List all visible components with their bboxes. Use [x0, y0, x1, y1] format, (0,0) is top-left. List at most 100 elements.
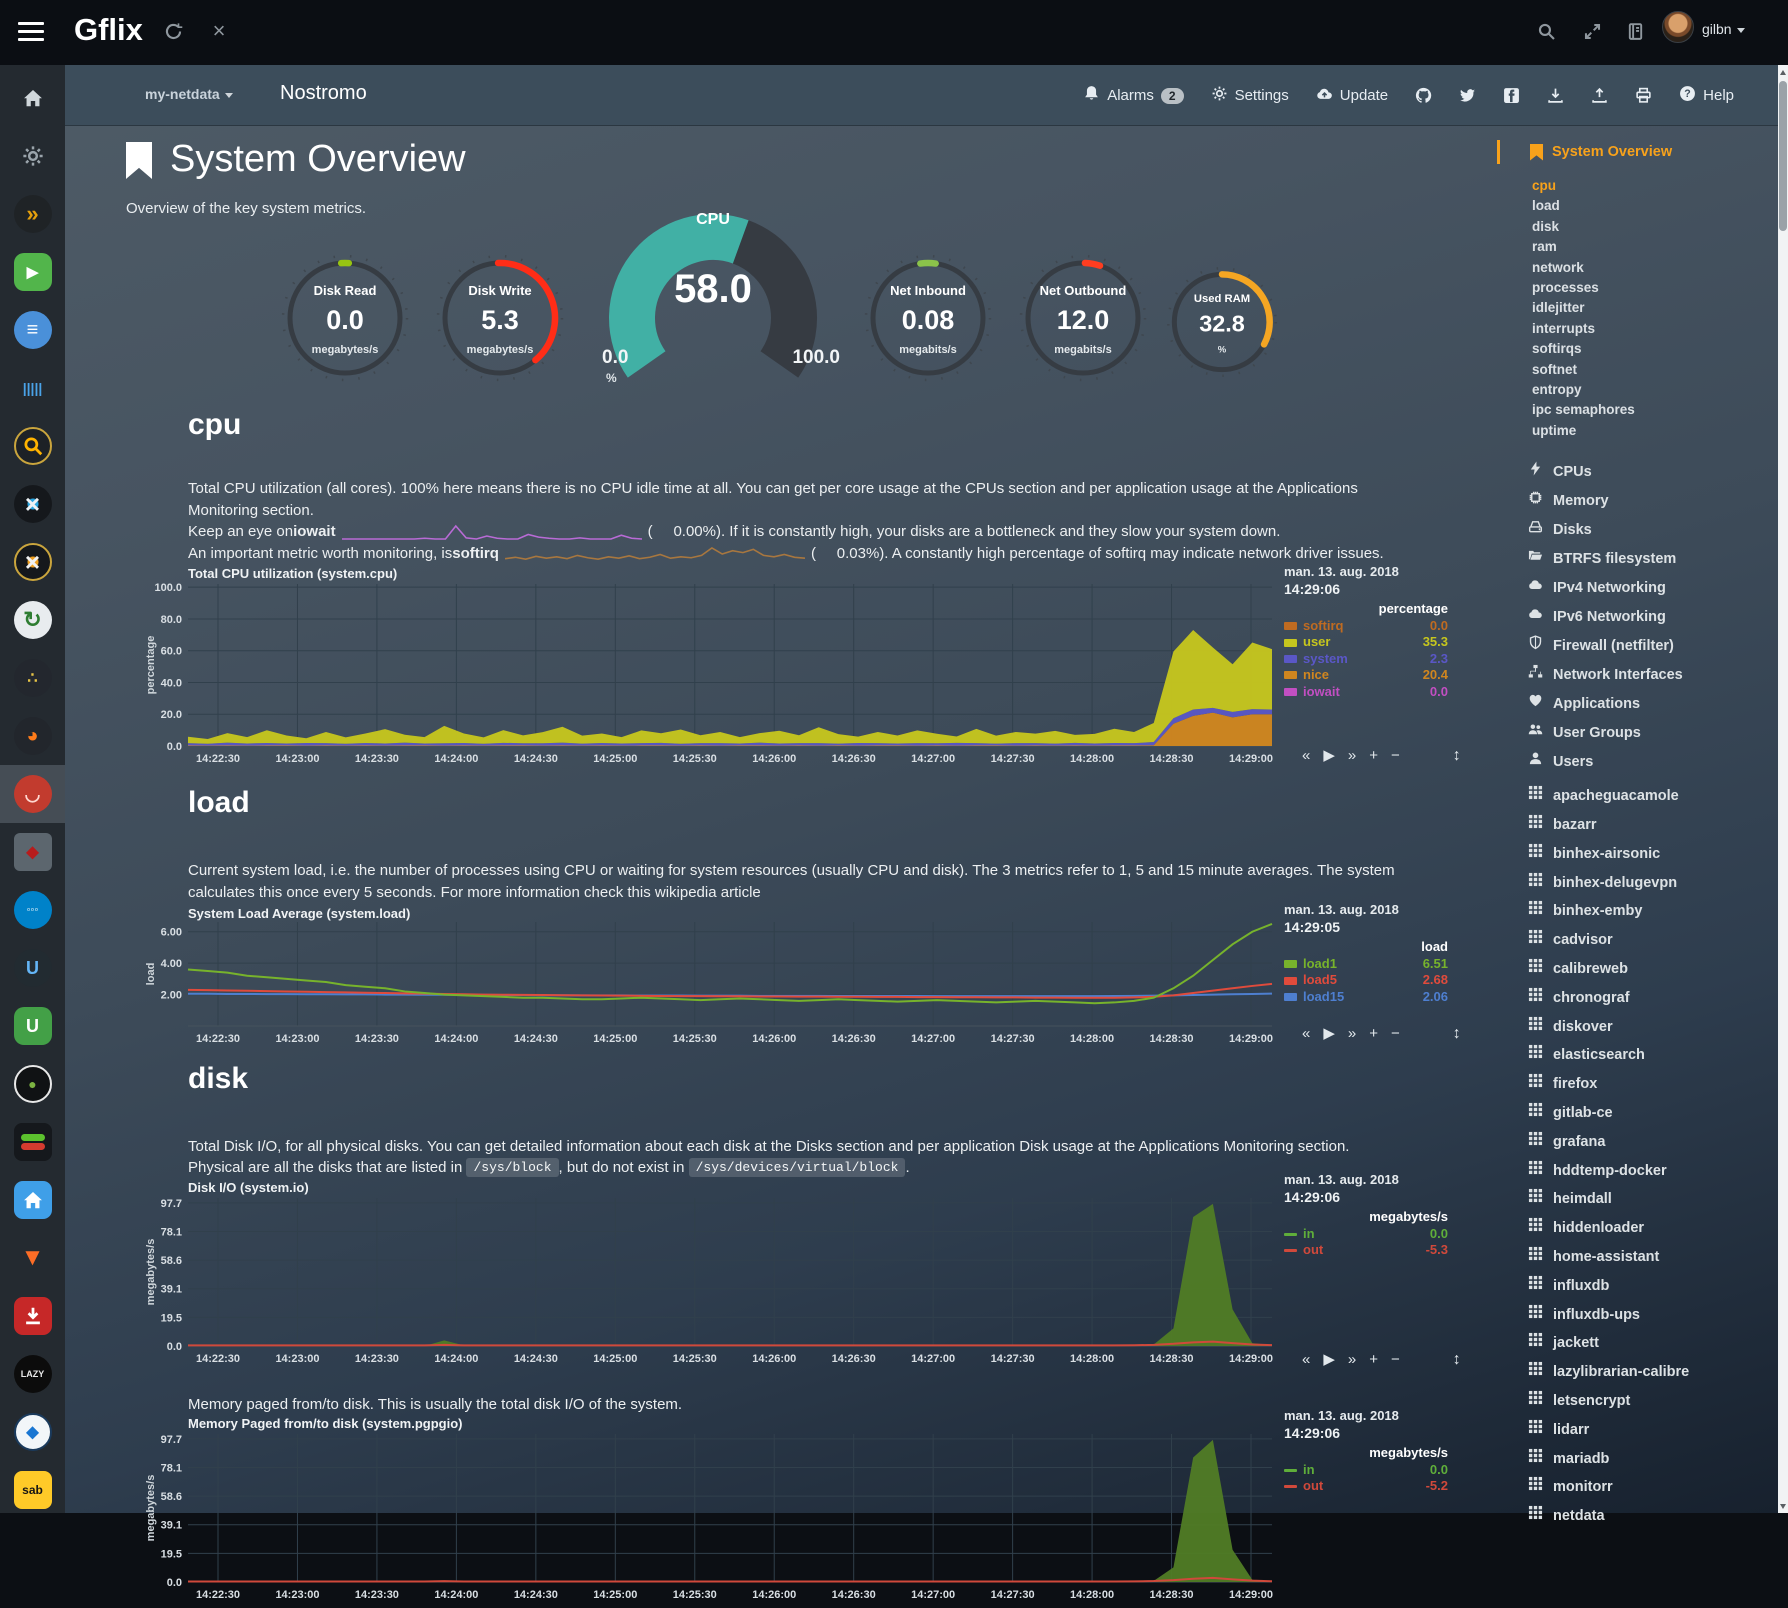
server-dropdown[interactable]: my-netdata: [145, 86, 233, 102]
sidebar-app-gitlab[interactable]: ▼: [0, 1229, 65, 1287]
sidebar-app-sabnzbd[interactable]: sab: [0, 1461, 65, 1519]
menu-subitem[interactable]: ipc semaphores: [1532, 400, 1778, 420]
sidebar-app-airsonic[interactable]: |||||: [0, 359, 65, 417]
menu-app-item[interactable]: grafana: [1528, 1128, 1778, 1157]
sidebar-app-deluge[interactable]: ↻: [0, 591, 65, 649]
sidebar-app-grafana[interactable]: ◕: [0, 707, 65, 765]
diskio-chart[interactable]: 97.778.158.639.119.50.014:22:3014:23:001…: [140, 1192, 1280, 1372]
menu-app-item[interactable]: influxdb-ups: [1528, 1301, 1778, 1330]
gauge-net-outbound[interactable]: Net Outbound12.0megabits/s: [1008, 243, 1158, 393]
menu-app-item[interactable]: calibreweb: [1528, 955, 1778, 984]
resize-handle[interactable]: ↕: [1453, 748, 1461, 764]
resize-handle[interactable]: ↕: [1453, 1026, 1461, 1042]
sidebar-app-droplet-app[interactable]: ◆: [0, 1403, 65, 1461]
menu-subitem[interactable]: cpu: [1532, 176, 1778, 196]
menu-app-item[interactable]: influxdb: [1528, 1272, 1778, 1301]
menu-subitem[interactable]: softirqs: [1532, 339, 1778, 359]
menu-subitem[interactable]: idlejitter: [1532, 298, 1778, 318]
menu-section-item[interactable]: User Groups: [1528, 719, 1778, 748]
menu-subitem[interactable]: interrupts: [1532, 319, 1778, 339]
pan-right-button[interactable]: »: [1348, 1352, 1356, 1368]
zoom-in-button[interactable]: +: [1369, 1026, 1378, 1042]
sidebar-app-netdata[interactable]: ◡: [0, 765, 65, 823]
menu-app-item[interactable]: chronograf: [1528, 984, 1778, 1013]
legend-row[interactable]: iowait 0.0: [1284, 684, 1448, 700]
menu-app-item[interactable]: heimdall: [1528, 1185, 1778, 1214]
pan-right-button[interactable]: »: [1348, 748, 1356, 764]
menu-app-item[interactable]: letsencrypt: [1528, 1387, 1778, 1416]
menu-app-item[interactable]: jackett: [1528, 1329, 1778, 1358]
gauge-disk-write[interactable]: Disk Write5.3megabytes/s: [425, 243, 575, 393]
import-icon[interactable]: [1591, 87, 1608, 104]
search-icon[interactable]: [1533, 18, 1559, 44]
pan-left-button[interactable]: «: [1302, 1026, 1310, 1042]
menu-subitem[interactable]: uptime: [1532, 421, 1778, 441]
play-button[interactable]: ▶: [1323, 748, 1335, 764]
menu-app-item[interactable]: home-assistant: [1528, 1243, 1778, 1272]
zoom-in-button[interactable]: +: [1369, 1352, 1378, 1368]
help-button[interactable]: ? Help: [1679, 85, 1734, 106]
zoom-in-button[interactable]: +: [1369, 748, 1378, 764]
menu-subitem[interactable]: processes: [1532, 278, 1778, 298]
menu-app-item[interactable]: binhex-airsonic: [1528, 840, 1778, 869]
menu-section-item[interactable]: Network Interfaces: [1528, 661, 1778, 690]
legend-row[interactable]: system 2.3: [1284, 651, 1448, 667]
menu-subitem[interactable]: load: [1532, 196, 1778, 216]
menu-section-item[interactable]: Disks: [1528, 516, 1778, 545]
fullscreen-icon[interactable]: [1579, 18, 1605, 44]
sidebar-app-node-graph[interactable]: ∴: [0, 649, 65, 707]
resize-handle[interactable]: ↕: [1453, 1352, 1461, 1368]
menu-subitem[interactable]: entropy: [1532, 380, 1778, 400]
menu-subitem[interactable]: disk: [1532, 217, 1778, 237]
sidebar-app-settings[interactable]: [0, 127, 65, 185]
menu-item-system-overview[interactable]: System Overview: [1497, 140, 1778, 164]
legend-row[interactable]: user 35.3: [1284, 634, 1448, 650]
pan-left-button[interactable]: «: [1302, 1352, 1310, 1368]
sidebar-app-downloader[interactable]: [0, 1287, 65, 1345]
refresh-icon[interactable]: [160, 18, 186, 44]
legend-row[interactable]: nice 20.4: [1284, 667, 1448, 683]
zoom-out-button[interactable]: −: [1391, 1352, 1400, 1368]
pgpgio-chart[interactable]: 97.778.158.639.119.50.014:22:3014:23:001…: [140, 1428, 1280, 1608]
menu-app-item[interactable]: lazylibrarian-calibre: [1528, 1358, 1778, 1387]
play-button[interactable]: ▶: [1323, 1026, 1335, 1042]
scrollbar[interactable]: [1778, 65, 1788, 1513]
legend-row[interactable]: out -5.3: [1284, 1242, 1448, 1258]
sidebar-app-search-app[interactable]: [0, 417, 65, 475]
gauge-cpu[interactable]: CPU58.00.0100.0%: [598, 195, 828, 395]
scrollbar-thumb[interactable]: [1779, 81, 1787, 231]
cpu-chart[interactable]: 100.080.060.040.020.00.014:22:3014:23:00…: [140, 578, 1280, 770]
sidebar-app-nextcloud[interactable]: ◦◦◦: [0, 881, 65, 939]
menu-app-item[interactable]: apacheguacamole: [1528, 782, 1778, 811]
user-avatar[interactable]: [1662, 11, 1694, 43]
scroll-up-arrow[interactable]: [1778, 65, 1788, 79]
menu-subitem[interactable]: softnet: [1532, 360, 1778, 380]
sidebar-app-influxdb[interactable]: U: [0, 939, 65, 997]
sidebar-app-monitorr[interactable]: [0, 1113, 65, 1171]
update-button[interactable]: Update: [1316, 85, 1388, 106]
pan-right-button[interactable]: »: [1348, 1026, 1356, 1042]
menu-section-item[interactable]: IPv6 Networking: [1528, 603, 1778, 632]
close-icon[interactable]: ×: [206, 18, 232, 44]
menu-app-item[interactable]: firefox: [1528, 1070, 1778, 1099]
legend-row[interactable]: load5 2.68: [1284, 972, 1448, 988]
zoom-out-button[interactable]: −: [1391, 748, 1400, 764]
menu-app-item[interactable]: elasticsearch: [1528, 1041, 1778, 1070]
menu-section-item[interactable]: Applications: [1528, 690, 1778, 719]
zoom-out-button[interactable]: −: [1391, 1026, 1400, 1042]
github-icon[interactable]: [1415, 87, 1432, 104]
load-chart[interactable]: 6.004.002.0014:22:3014:23:0014:23:3014:2…: [140, 916, 1280, 1052]
twitter-icon[interactable]: [1459, 87, 1476, 104]
facebook-icon[interactable]: [1503, 87, 1520, 104]
menu-app-item[interactable]: binhex-delugevpn: [1528, 869, 1778, 898]
menu-app-item[interactable]: hddtemp-docker: [1528, 1157, 1778, 1186]
sidebar-app-plate[interactable]: ●: [0, 1055, 65, 1113]
menu-app-item[interactable]: lidarr: [1528, 1416, 1778, 1445]
menu-app-item[interactable]: netdata: [1528, 1502, 1778, 1531]
sidebar-app-home-assistant[interactable]: [0, 1171, 65, 1229]
legend-row[interactable]: load1 6.51: [1284, 956, 1448, 972]
sidebar-app-kodi-x[interactable]: ×: [0, 475, 65, 533]
legend-row[interactable]: in 0.0: [1284, 1226, 1448, 1242]
sidebar-app-x-orange[interactable]: ×: [0, 533, 65, 591]
menu-section-item[interactable]: IPv4 Networking: [1528, 574, 1778, 603]
